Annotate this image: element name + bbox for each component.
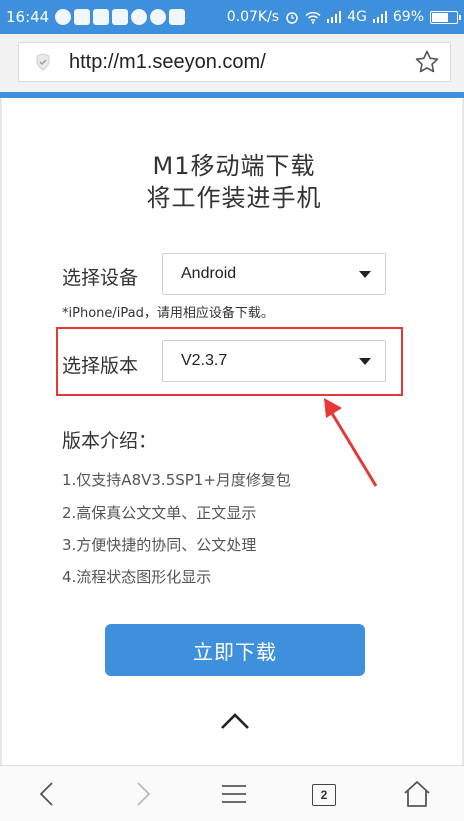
app-notification-icon: [74, 9, 91, 25]
version-label: 选择版本: [62, 355, 139, 377]
tabs-icon[interactable]: 2: [312, 784, 336, 806]
intro-title: 版本介绍：: [62, 430, 158, 452]
app-notification-icon: [93, 9, 110, 25]
intro-item: 4.流程状态图形化显示: [62, 568, 212, 586]
home-icon[interactable]: [401, 778, 433, 810]
status-time: 16:44: [6, 8, 50, 26]
page-content: M1移动端下载 将工作装进手机 选择设备 Android *iPhone/iPa…: [0, 98, 464, 765]
intro-item: 2.高保真公文文单、正文显示: [62, 504, 257, 522]
caret-down-icon: [359, 358, 371, 365]
signal-icon: [327, 11, 342, 23]
app-notification-icon: [131, 9, 148, 25]
intro-item: 3.方便快捷的协同、公文处理: [62, 536, 257, 554]
device-select-value: Android: [181, 265, 237, 282]
battery-level: [432, 12, 448, 22]
alarm-icon: [286, 12, 298, 24]
url-text[interactable]: http://m1.seeyon.com/: [69, 51, 266, 74]
version-select[interactable]: V2.3.7: [162, 340, 386, 382]
page-title: M1移动端下载: [152, 152, 316, 180]
upload-icon: [150, 9, 167, 25]
back-icon[interactable]: [32, 778, 64, 810]
star-icon[interactable]: [414, 49, 440, 75]
chat-icon: [55, 9, 72, 25]
download-button[interactable]: 立即下载: [105, 624, 365, 676]
browser-toolbar: http://m1.seeyon.com/: [0, 34, 464, 92]
status-right: 0.07K/s 4G 69%: [226, 9, 461, 25]
battery-icon: [430, 10, 461, 24]
menu-icon[interactable]: [218, 778, 250, 810]
chevron-up-icon[interactable]: [219, 709, 251, 731]
wifi-icon: [305, 11, 321, 24]
device-select[interactable]: Android: [162, 253, 386, 295]
shield-icon: [36, 53, 50, 71]
caret-down-icon: [359, 271, 371, 278]
intro-item: 1.仅支持A8V3.5SP1+月度修复包: [62, 471, 291, 489]
forward-icon[interactable]: [126, 778, 158, 810]
device-label: 选择设备: [62, 267, 139, 289]
network-type: 4G: [347, 9, 367, 25]
signal-icon: [372, 11, 387, 23]
version-select-value: V2.3.7: [181, 352, 228, 369]
device-hint: *iPhone/iPad，请用相应设备下载。: [62, 306, 274, 321]
notification-icons: [55, 9, 186, 25]
app-notification-icon: [169, 9, 186, 25]
app-notification-icon: [112, 9, 129, 25]
browser-bottom-nav: 2: [0, 765, 464, 821]
annotation-arrow-icon: [324, 398, 378, 487]
network-speed: 0.07K/s: [226, 9, 280, 25]
address-bar[interactable]: http://m1.seeyon.com/: [18, 42, 451, 82]
page-subtitle: 将工作装进手机: [146, 184, 322, 212]
status-bar: 16:44 0.07K/s 4G 69%: [0, 0, 464, 34]
battery-percent: 69%: [392, 9, 424, 25]
